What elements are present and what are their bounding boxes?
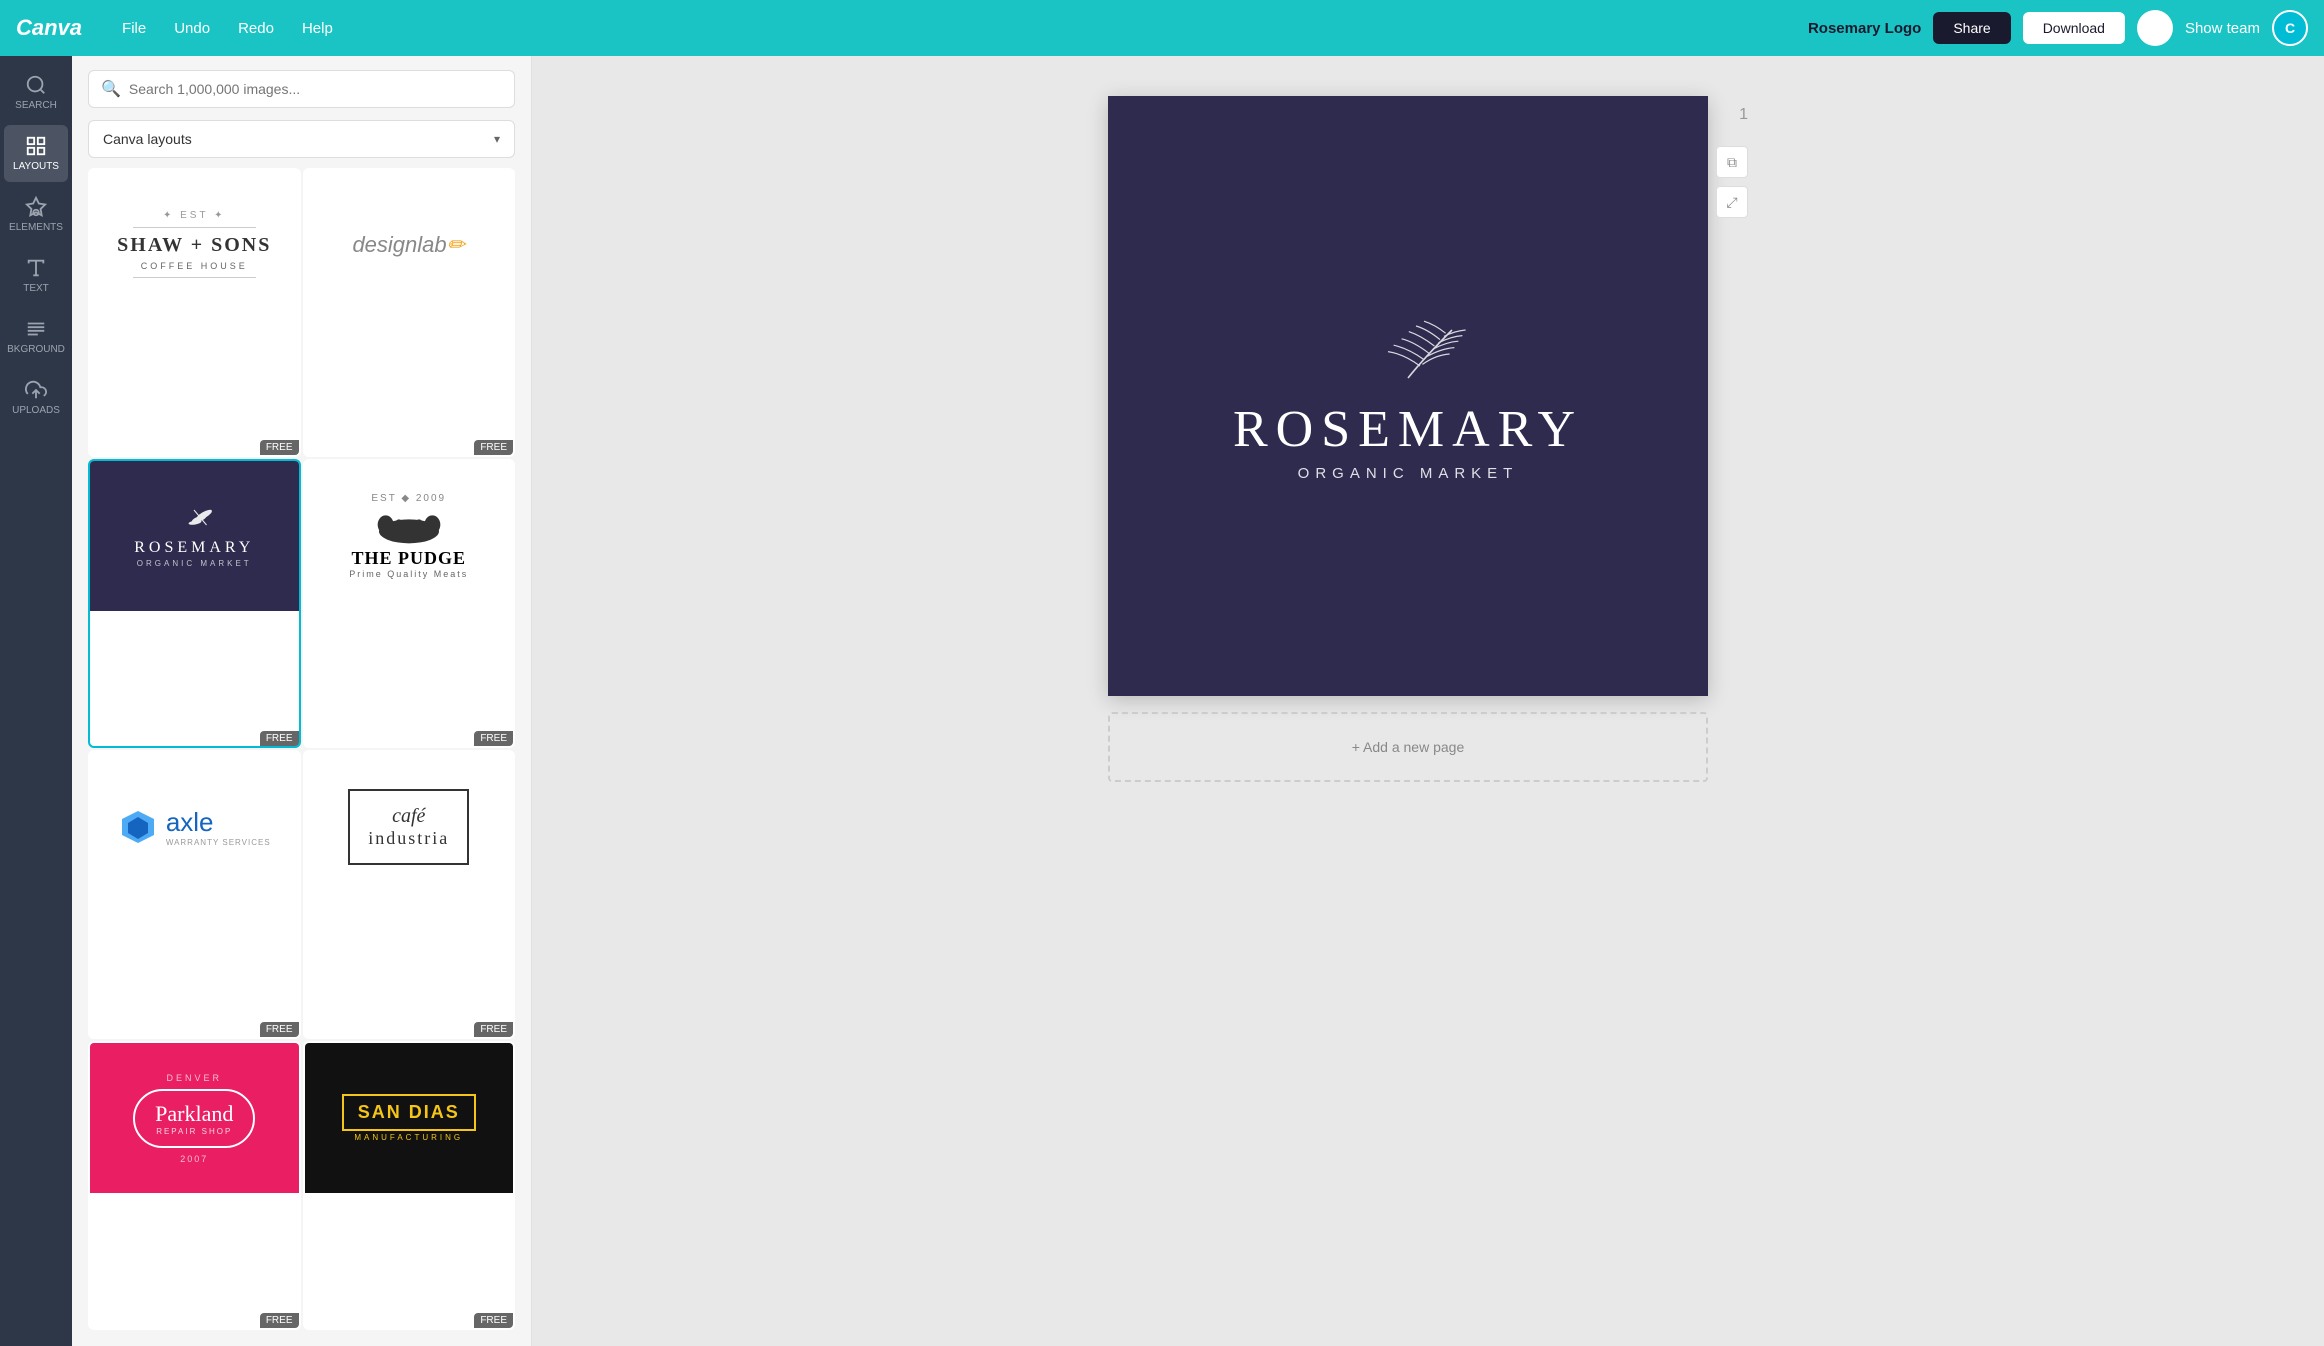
add-page-button[interactable]: + Add a new page [1108, 712, 1708, 782]
search-box[interactable]: 🔍 [88, 70, 515, 108]
add-page-label: + Add a new page [1352, 739, 1465, 755]
layout-preview-parkland: DENVER Parkland REPAIR SHOP 2007 [90, 1043, 299, 1193]
layout-preview-sandias: SAN DIAS MANUFACTURING [305, 1043, 514, 1193]
layout-preview-rosemary: ROSEMARY ORGANIC MARKET [90, 461, 299, 611]
uploads-icon [25, 379, 47, 401]
canvas-page[interactable]: ROSEMARY ORGANIC MARKET [1108, 96, 1708, 696]
sidebar-label-text: TEXT [23, 283, 49, 294]
free-badge: FREE [474, 440, 513, 455]
canvas-wrapper: 1 ⧉ ⤢ [1108, 96, 1708, 782]
undo-button[interactable]: Undo [162, 14, 222, 43]
project-title: Rosemary Logo [1808, 20, 1921, 37]
expand-tool-button[interactable]: ⤢ [1716, 186, 1748, 218]
layout-card-rosemary[interactable]: ROSEMARY ORGANIC MARKET FREE [88, 459, 301, 748]
free-badge: FREE [474, 1313, 513, 1328]
layout-card-parkland[interactable]: DENVER Parkland REPAIR SHOP 2007 FREE [88, 1041, 301, 1330]
sidebar-label-search: SEARCH [15, 100, 57, 111]
layouts-dropdown[interactable]: Canva layouts ▾ [88, 120, 515, 158]
rosemary-herb-graphic [1328, 310, 1488, 390]
sidebar-label-background: BKGROUND [7, 344, 65, 355]
layouts-grid: ✦ EST ✦ SHAW + SONS COFFEE HOUSE FREE de… [72, 168, 531, 1346]
copy-tool-button[interactable]: ⧉ [1716, 146, 1748, 178]
sidebar-item-layouts[interactable]: LAYOUTS [4, 125, 68, 182]
free-badge: FREE [260, 731, 299, 746]
sidebar-item-uploads[interactable]: UPLOADS [4, 369, 68, 426]
canvas-main-title: ROSEMARY [1233, 400, 1583, 459]
layout-card-shaw[interactable]: ✦ EST ✦ SHAW + SONS COFFEE HOUSE FREE [88, 168, 301, 457]
text-icon [25, 257, 47, 279]
sidebar-item-background[interactable]: BKGROUND [4, 308, 68, 365]
avatar-white[interactable] [2137, 10, 2173, 46]
redo-button[interactable]: Redo [226, 14, 286, 43]
layout-preview-designlab: designlab✏ [305, 170, 514, 320]
file-menu[interactable]: File [110, 14, 158, 43]
main-body: SEARCH LAYOUTS ELEMENTS TEXT [0, 56, 2324, 1346]
layout-card-pudge[interactable]: EST ◆ 2009 THE PUDGE Prime Quality Meats… [303, 459, 516, 748]
right-tools: ⧉ ⤢ [1716, 146, 1748, 218]
background-icon [25, 318, 47, 340]
free-badge: FREE [260, 1313, 299, 1328]
layout-preview-axle: axle WARRANTY SERVICES [90, 752, 299, 902]
layout-preview-pudge: EST ◆ 2009 THE PUDGE Prime Quality Meats [305, 461, 514, 611]
free-badge: FREE [260, 440, 299, 455]
layout-card-cafe[interactable]: café industria FREE [303, 750, 516, 1039]
topnav-right: Rosemary Logo Share Download Show team C [1808, 10, 2308, 46]
free-badge: FREE [474, 731, 513, 746]
chevron-down-icon: ▾ [494, 132, 500, 146]
search-icon-panel: 🔍 [101, 79, 121, 99]
top-navigation: Canva File Undo Redo Help Rosemary Logo … [0, 0, 2324, 56]
search-icon [25, 74, 47, 96]
dropdown-label: Canva layouts [103, 131, 192, 147]
page-number: 1 [1739, 106, 1748, 124]
share-button[interactable]: Share [1933, 12, 2010, 44]
sidebar-label-elements: ELEMENTS [9, 222, 63, 233]
icon-bar: SEARCH LAYOUTS ELEMENTS TEXT [0, 56, 72, 1346]
free-badge: FREE [474, 1022, 513, 1037]
layouts-panel: 🔍 Canva layouts ▾ ✦ EST ✦ SHAW + SONS CO… [72, 56, 532, 1346]
canva-logo[interactable]: Canva [16, 15, 82, 41]
layout-preview-cafe: café industria [305, 752, 514, 902]
sidebar-item-search[interactable]: SEARCH [4, 64, 68, 121]
elements-icon [25, 196, 47, 218]
free-badge: FREE [260, 1022, 299, 1037]
layouts-icon [25, 135, 47, 157]
top-menu: File Undo Redo Help [110, 14, 345, 43]
user-avatar[interactable]: C [2272, 10, 2308, 46]
layout-preview-shaw: ✦ EST ✦ SHAW + SONS COFFEE HOUSE [90, 170, 299, 320]
download-button[interactable]: Download [2023, 12, 2125, 44]
sidebar-item-text[interactable]: TEXT [4, 247, 68, 304]
canvas-subtitle: ORGANIC MARKET [1298, 465, 1519, 482]
canvas-area: 1 ⧉ ⤢ [532, 56, 2324, 1346]
layout-card-axle[interactable]: axle WARRANTY SERVICES FREE [88, 750, 301, 1039]
sidebar-label-uploads: UPLOADS [12, 405, 60, 416]
show-team-button[interactable]: Show team [2185, 20, 2260, 37]
layout-card-sandias[interactable]: SAN DIAS MANUFACTURING FREE [303, 1041, 516, 1330]
sidebar-label-layouts: LAYOUTS [13, 161, 59, 172]
layout-card-designlab[interactable]: designlab✏ FREE [303, 168, 516, 457]
search-input[interactable] [129, 81, 502, 97]
help-menu[interactable]: Help [290, 14, 345, 43]
sidebar-item-elements[interactable]: ELEMENTS [4, 186, 68, 243]
panel-header: 🔍 Canva layouts ▾ [72, 56, 531, 168]
